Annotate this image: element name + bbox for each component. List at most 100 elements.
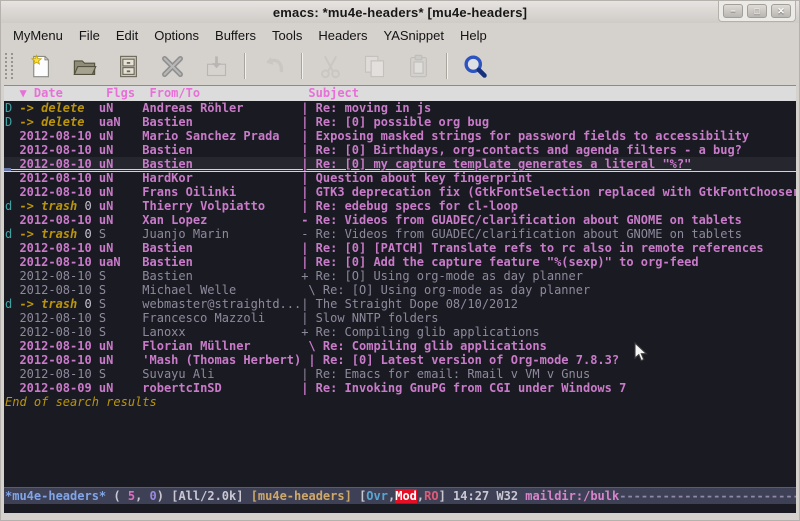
modeline-segment: ---------------------------------------- xyxy=(619,489,796,503)
modeline-segment: RO xyxy=(424,489,438,503)
message-row[interactable]: 2012-08-10 S Francesco Mazzoli | Slow NN… xyxy=(4,311,796,325)
menu-mymenu[interactable]: MyMenu xyxy=(5,26,71,45)
menu-headers[interactable]: Headers xyxy=(310,26,375,45)
row-segment: -> trash xyxy=(19,199,77,213)
row-segment: -> trash xyxy=(19,297,77,311)
row-segment: D xyxy=(5,101,19,115)
row-segment: 0 xyxy=(77,227,91,241)
message-row[interactable]: 2012-08-10 S Michael Welle \ Re: [O] Usi… xyxy=(4,283,796,297)
row-segment: 0 xyxy=(77,199,91,213)
menu-bar: MyMenuFileEditOptionsBuffersToolsHeaders… xyxy=(1,23,799,47)
toolbar xyxy=(1,47,799,85)
toolbar-search-button[interactable] xyxy=(453,49,497,83)
row-segment: uaN Bastien | Re: [0] possible org bug xyxy=(84,115,489,129)
message-row[interactable]: 2012-08-10 uN Bastien | Re: [0] my captu… xyxy=(4,157,796,171)
message-row[interactable]: d -> trash 0 uN Thierry Volpiatto | Re: … xyxy=(4,199,796,213)
row-segment: uN Thierry Volpiatto | Re: edebug specs … xyxy=(92,199,518,213)
row-segment: 0 xyxy=(77,297,91,311)
message-row[interactable]: 2012-08-10 uN Bastien | Re: [0] [PATCH] … xyxy=(4,241,796,255)
message-row[interactable]: 2012-08-10 uN Bastien | Re: [0] Birthday… xyxy=(4,143,796,157)
menu-help[interactable]: Help xyxy=(452,26,495,45)
row-segment: 2012-08-10 uN Xan Lopez - Re: Videos fro… xyxy=(5,213,742,227)
row-segment: S webmaster@straightd...| The Straight D… xyxy=(92,297,518,311)
message-row[interactable]: 2012-08-10 uN Frans Oilinki | GTK3 depre… xyxy=(4,185,796,199)
row-segment: 2012-08-10 uN Bastien | Re: [0] [PATCH] … xyxy=(5,241,764,255)
message-row[interactable]: 2012-08-10 uN 'Mash (Thomas Herbert) | R… xyxy=(4,353,796,367)
fringe-current-line-marker xyxy=(4,168,11,171)
message-row[interactable]: 2012-08-10 uN Xan Lopez - Re: Videos fro… xyxy=(4,213,796,227)
mode-line: *mu4e-headers* ( 5, 0) [All/2.0k] [mu4e-… xyxy=(4,487,796,504)
toolbar-copy-button xyxy=(352,49,396,83)
modeline-segment: ] 14:27 W32 xyxy=(439,489,526,503)
menu-yasnippet[interactable]: YASnippet xyxy=(375,26,451,45)
message-row[interactable]: 2012-08-10 uN Mario Sanchez Prada | Expo… xyxy=(4,129,796,143)
message-row[interactable]: D -> delete uaN Bastien | Re: [0] possib… xyxy=(4,115,796,129)
menu-options[interactable]: Options xyxy=(146,26,207,45)
modeline-segment: Ovr xyxy=(366,489,388,503)
modeline-segment: [ xyxy=(352,489,366,503)
row-segment: 2012-08-09 uN robertcInSD | Re: Invoking… xyxy=(5,381,626,395)
toolbar-open-folder-button[interactable] xyxy=(62,49,106,83)
toolbar-save-buffer-button xyxy=(194,49,238,83)
row-segment: 2012-08-10 S Suvayu Ali | Re: Emacs for … xyxy=(5,367,590,381)
message-row[interactable]: 2012-08-10 uN Florian Müllner \ Re: Comp… xyxy=(4,339,796,353)
menu-buffers[interactable]: Buffers xyxy=(207,26,264,45)
row-segment: -> delete xyxy=(19,101,84,115)
modeline-segment: ( xyxy=(106,489,128,503)
emacs-window: emacs: *mu4e-headers* [mu4e-headers] −□ ✕… xyxy=(0,0,800,521)
menu-tools[interactable]: Tools xyxy=(264,26,310,45)
save-buffer-icon xyxy=(203,53,230,80)
toolbar-separator xyxy=(244,53,245,79)
message-row[interactable]: d -> trash 0 S webmaster@straightd...| T… xyxy=(4,297,796,311)
modeline-segment: [mu4e-headers] xyxy=(251,489,352,503)
copy-icon xyxy=(361,53,388,80)
new-file-icon xyxy=(27,53,54,80)
row-segment: d xyxy=(5,297,19,311)
close-buffer-icon xyxy=(159,53,186,80)
row-segment: -> trash xyxy=(19,227,77,241)
titlebar: emacs: *mu4e-headers* [mu4e-headers] −□ ✕ xyxy=(1,1,799,23)
row-segment: 2012-08-10 uN HardKor | Question about k… xyxy=(5,171,532,185)
message-row[interactable]: 2012-08-10 S Bastien + Re: [O] Using org… xyxy=(4,269,796,283)
row-segment: 2012-08-10 S Lanoxx + Re: Compiling glib… xyxy=(5,325,540,339)
modeline-segment: , xyxy=(135,489,149,503)
message-row[interactable]: d -> trash 0 S Juanjo Marin - Re: Videos… xyxy=(4,227,796,241)
menu-edit[interactable]: Edit xyxy=(108,26,146,45)
cut-icon xyxy=(317,53,344,80)
row-segment: d xyxy=(5,227,19,241)
toolbar-separator xyxy=(301,53,302,79)
row-segment: 2012-08-10 uN Bastien | Re: [0] my captu… xyxy=(5,157,691,171)
row-segment: d xyxy=(5,199,19,213)
close-button[interactable]: ✕ xyxy=(771,4,791,18)
end-of-results-line: End of search results xyxy=(4,395,796,409)
toolbar-paste-button xyxy=(396,49,440,83)
row-segment: -> delete xyxy=(19,115,84,129)
window-title: emacs: *mu4e-headers* [mu4e-headers] xyxy=(273,5,527,20)
message-row[interactable]: 2012-08-10 uaN Bastien | Re: [0] Add the… xyxy=(4,255,796,269)
message-row[interactable]: 2012-08-10 S Suvayu Ali | Re: Emacs for … xyxy=(4,367,796,381)
dired-cabinet-icon xyxy=(115,53,142,80)
toolbar-grip-handle[interactable] xyxy=(5,53,13,79)
row-segment: uN Andreas Röhler | Re: moving in js xyxy=(84,101,431,115)
window-controls: −□ ✕ xyxy=(718,1,796,22)
maximize-button[interactable]: □ xyxy=(747,4,767,18)
message-row[interactable]: D -> delete uN Andreas Röhler | Re: movi… xyxy=(4,101,796,115)
row-segment: 2012-08-10 S Michael Welle \ Re: [O] Usi… xyxy=(5,283,590,297)
modeline-segment: 5 xyxy=(128,489,135,503)
minimize-button[interactable]: − xyxy=(723,4,743,18)
buffer-area: D -> delete uN Andreas Röhler | Re: movi… xyxy=(4,101,796,487)
toolbar-undo-button xyxy=(251,49,295,83)
message-row[interactable]: 2012-08-09 uN robertcInSD | Re: Invoking… xyxy=(4,381,796,395)
paste-icon xyxy=(405,53,432,80)
message-row[interactable]: 2012-08-10 uN HardKor | Question about k… xyxy=(4,171,796,185)
row-segment: 2012-08-10 uN Frans Oilinki | GTK3 depre… xyxy=(5,185,796,199)
modeline-segment: 0 xyxy=(150,489,157,503)
message-row[interactable]: 2012-08-10 S Lanoxx + Re: Compiling glib… xyxy=(4,325,796,339)
row-segment: 2012-08-10 uN Florian Müllner \ Re: Comp… xyxy=(5,339,547,353)
modeline-segment: ) [All/2.0k] xyxy=(157,489,251,503)
toolbar-close-buffer-button[interactable] xyxy=(150,49,194,83)
toolbar-dired-cabinet-button[interactable] xyxy=(106,49,150,83)
menu-file[interactable]: File xyxy=(71,26,108,45)
emacs-frame: ▼ Date Flgs From/To Subject D -> delete … xyxy=(4,85,796,513)
toolbar-new-file-button[interactable] xyxy=(18,49,62,83)
